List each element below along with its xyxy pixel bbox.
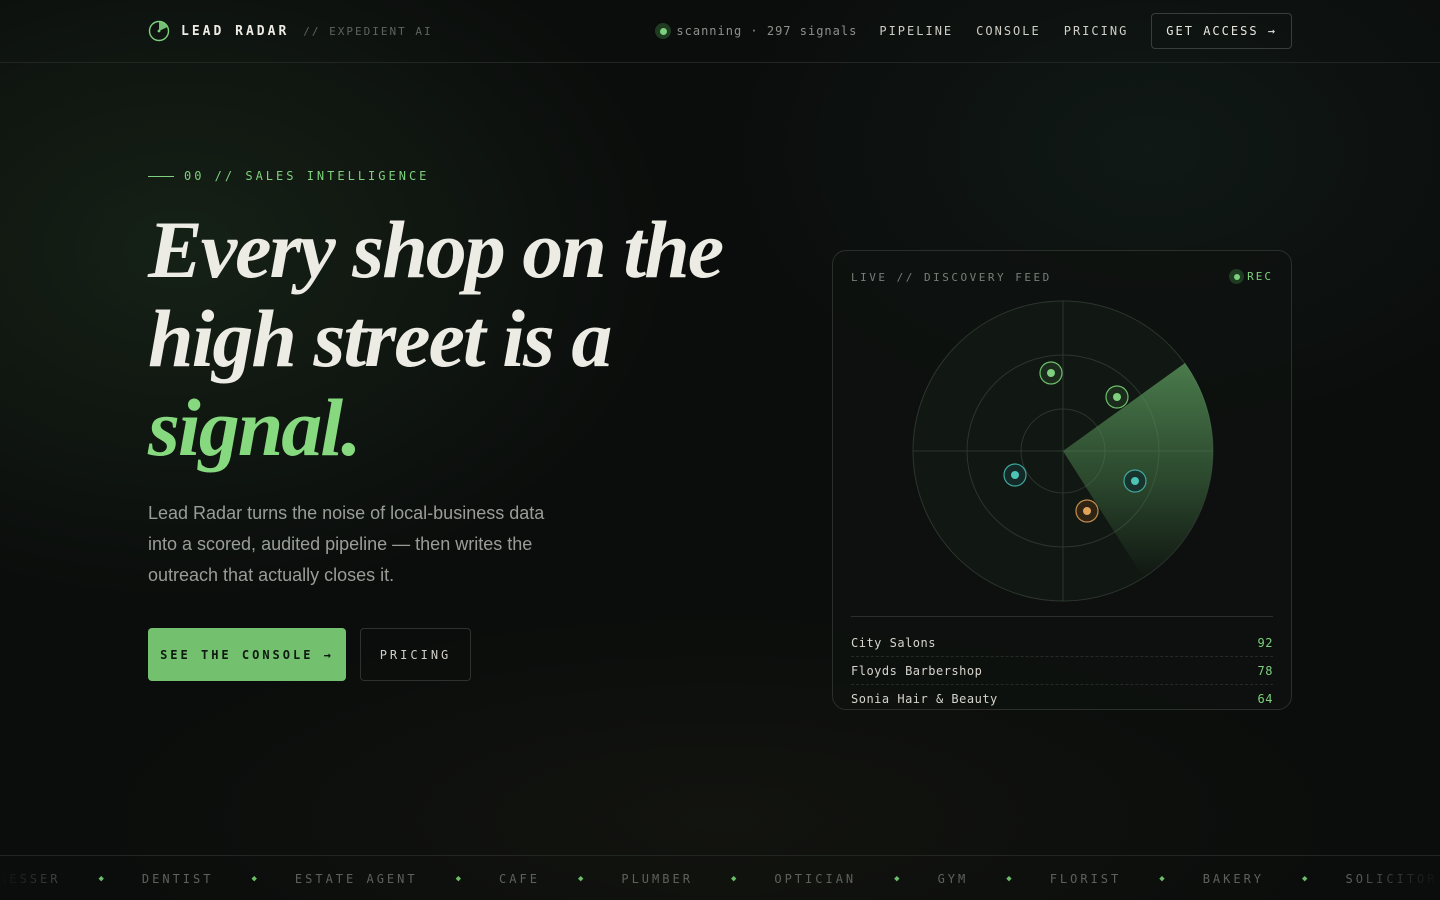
list-item[interactable]: Sonia Hair & Beauty 64 <box>851 685 1273 709</box>
logo[interactable]: LEAD RADAR // EXPEDIENT AI <box>148 20 433 42</box>
rec-dot-icon <box>1229 269 1245 284</box>
diamond-icon: ◆ <box>98 873 104 884</box>
status-dot-icon <box>655 23 672 39</box>
blip-4[interactable] <box>1123 469 1147 493</box>
main-nav: scanning · 297 signals PIPELINE CONSOLE … <box>655 13 1292 49</box>
radar-display <box>912 300 1214 602</box>
headline-line-2: high street is a <box>148 293 612 384</box>
brand-subtitle: // EXPEDIENT AI <box>303 24 433 38</box>
blip-3[interactable] <box>1003 463 1027 487</box>
diamond-icon: ◆ <box>1159 873 1165 884</box>
lead-score: 92 <box>1257 635 1273 650</box>
diamond-icon: ◆ <box>1006 873 1012 884</box>
ticker-item: ESTATE AGENT <box>294 871 418 886</box>
feed-title: LIVE // DISCOVERY FEED <box>851 271 1052 284</box>
ticker-item: PLUMBER <box>621 871 693 886</box>
rec-label: REC <box>1247 270 1273 283</box>
ticker-item: SOLICITOR <box>1345 871 1438 886</box>
radar-logo-icon <box>148 20 170 42</box>
scan-status-text: scanning · 297 signals <box>676 24 858 38</box>
get-access-button[interactable]: GET ACCESS → <box>1151 13 1292 49</box>
eyebrow-rule <box>148 175 174 177</box>
pricing-button[interactable]: PRICING <box>360 628 471 681</box>
blip-5[interactable] <box>1075 499 1099 523</box>
hero-lede: Lead Radar turns the noise of local-busi… <box>148 503 545 585</box>
diamond-icon: ◆ <box>730 873 737 884</box>
ticker-item: BAKERY <box>1202 871 1265 886</box>
nav-pricing[interactable]: PRICING <box>1064 24 1129 38</box>
category-ticker: HAIRDRESSER ◆ DENTIST ◆ ESTATE AGENT ◆ C… <box>0 855 1440 900</box>
diamond-icon: ◆ <box>1302 873 1308 884</box>
blip-2[interactable] <box>1105 385 1129 409</box>
rec-indicator: REC <box>1229 269 1273 284</box>
lead-score: 64 <box>1257 692 1273 706</box>
ticker-item: DENTIST <box>141 871 214 886</box>
lead-score: 78 <box>1257 663 1273 678</box>
nav-console[interactable]: CONSOLE <box>976 24 1041 38</box>
lead-name: Floyds Barbershop <box>851 663 983 678</box>
nav-pipeline[interactable]: PIPELINE <box>879 24 953 38</box>
ticker-item: HAIRDRESSER <box>0 871 61 886</box>
hero-eyebrow: 00 // SALES INTELLIGENCE <box>148 169 429 183</box>
list-item[interactable]: City Salons 92 <box>851 629 1273 657</box>
ticker-item: FLORIST <box>1049 871 1122 886</box>
ticker-item: CAFE <box>499 871 540 886</box>
see-console-button[interactable]: SEE THE CONSOLE → <box>148 628 346 681</box>
hero-headline: Every shop on the high street is a signa… <box>148 205 768 472</box>
diamond-icon: ◆ <box>251 873 257 884</box>
lead-name: Sonia Hair & Beauty <box>851 692 998 706</box>
ticker-track: HAIRDRESSER ◆ DENTIST ◆ ESTATE AGENT ◆ C… <box>0 856 1438 900</box>
discovery-feed-card: LIVE // DISCOVERY FEED REC City Salons 9… <box>832 250 1292 710</box>
site-header: LEAD RADAR // EXPEDIENT AI scanning · 29… <box>0 0 1440 63</box>
diamond-icon: ◆ <box>894 873 900 884</box>
scan-status: scanning · 297 signals <box>655 23 857 39</box>
ticker-item: OPTICIAN <box>774 871 857 886</box>
diamond-icon: ◆ <box>455 873 462 884</box>
blip-1[interactable] <box>1039 361 1063 385</box>
headline-accent: signal. <box>148 382 362 473</box>
ticker-item: GYM <box>937 871 969 886</box>
list-item[interactable]: Floyds Barbershop 78 <box>851 657 1273 685</box>
eyebrow-text: 00 // SALES INTELLIGENCE <box>184 169 430 183</box>
diamond-icon: ◆ <box>577 873 584 884</box>
lead-name: City Salons <box>851 635 936 650</box>
headline-line-1: Every shop on the <box>148 204 724 295</box>
brand-name: LEAD RADAR <box>181 23 290 39</box>
feed-list: City Salons 92 Floyds Barbershop 78 Soni… <box>851 616 1273 709</box>
